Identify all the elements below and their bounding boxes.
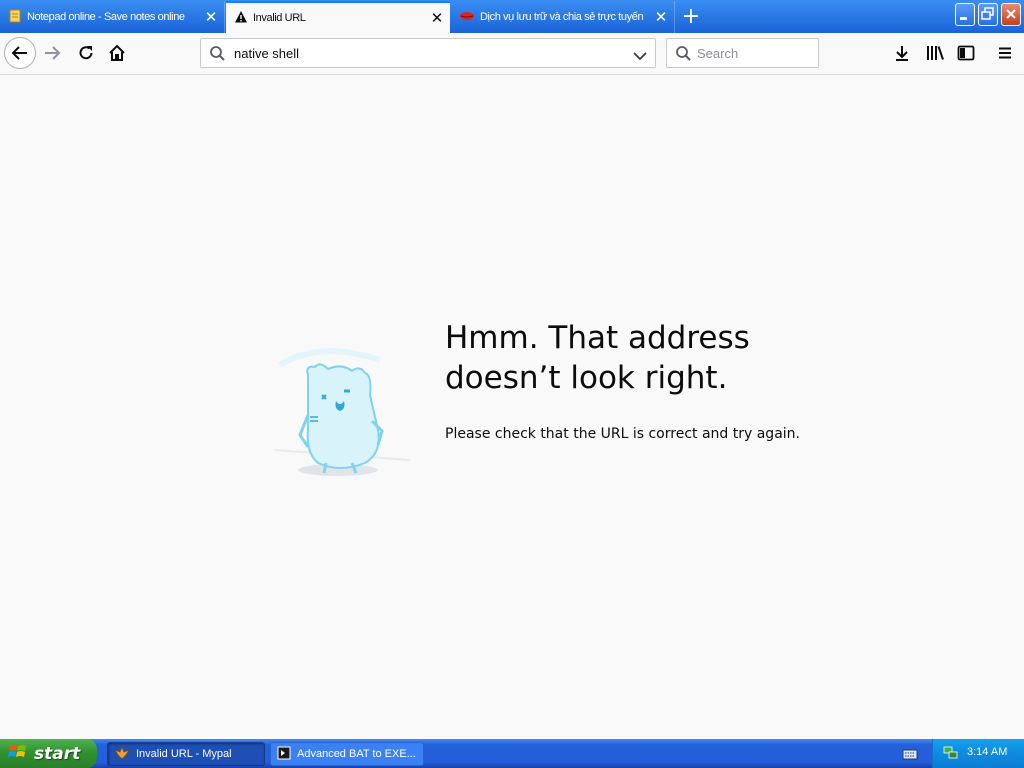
taskbar-item-bat-to-exe[interactable]: Advanced BAT to EXE... (270, 742, 424, 766)
sidebar-icon (957, 45, 975, 61)
search-bar[interactable]: Search (666, 38, 819, 68)
start-label: start (34, 743, 81, 764)
back-button[interactable] (4, 37, 36, 69)
new-tab-button[interactable]: + (680, 4, 702, 29)
tab-storage[interactable]: Dịch vụ lưu trữ và chia sẻ trực tuyến ✕ (451, 1, 675, 33)
sidebar-button[interactable] (956, 44, 976, 62)
keyboard-icon[interactable] (902, 746, 918, 765)
search-input[interactable]: Search (697, 46, 738, 61)
search-icon (209, 45, 226, 66)
error-illustration-icon (260, 335, 420, 489)
close-tab-icon[interactable]: ✕ (204, 10, 218, 25)
taskbar-item-label: Invalid URL - Mypal (136, 748, 232, 760)
library-button[interactable] (924, 44, 946, 62)
downloads-button[interactable] (892, 44, 912, 62)
network-icon[interactable] (942, 745, 960, 765)
tab-invalid-url[interactable]: Invalid URL ✕ (226, 1, 450, 33)
close-tab-icon[interactable]: ✕ (654, 10, 668, 25)
taskbar-item-label: Advanced BAT to EXE... (297, 748, 416, 760)
library-icon (927, 46, 944, 60)
start-button[interactable]: start (0, 739, 97, 768)
bat-to-exe-icon (277, 746, 291, 763)
address-input[interactable]: native shell (234, 46, 299, 61)
reload-button[interactable] (76, 44, 96, 62)
forward-button[interactable] (42, 44, 62, 62)
close-tab-icon[interactable]: ✕ (430, 11, 444, 26)
warning-icon (234, 10, 248, 27)
notepad-icon (8, 9, 22, 26)
menu-button[interactable] (995, 44, 1015, 62)
home-icon (109, 44, 125, 61)
tab-title: Dịch vụ lưu trữ và chia sẻ trực tuyến (480, 11, 644, 23)
address-bar[interactable]: native shell (200, 38, 656, 68)
hamburger-icon (999, 47, 1011, 59)
search-icon (675, 45, 692, 66)
back-arrow-icon (11, 46, 27, 60)
taskbar-item-mypal[interactable]: Invalid URL - Mypal (107, 742, 265, 766)
close-window-button[interactable] (1001, 3, 1021, 26)
reload-icon (79, 46, 93, 60)
minimize-button[interactable] (955, 3, 975, 26)
error-title: Hmm. That address doesn’t look right. (445, 320, 750, 396)
tab-title: Notepad online - Save notes online (27, 11, 185, 23)
download-icon (896, 46, 908, 61)
windows-logo-icon (8, 743, 28, 765)
tab-notepad[interactable]: Notepad online - Save notes online ✕ (0, 1, 225, 33)
mypal-browser-icon (114, 745, 130, 763)
tab-title: Invalid URL (253, 12, 306, 24)
home-button[interactable] (107, 44, 127, 62)
error-description: Please check that the URL is correct and… (445, 426, 800, 442)
clock: 3:14 AM (967, 746, 1008, 758)
chevron-down-icon[interactable] (633, 47, 647, 66)
restore-button[interactable] (978, 3, 998, 26)
forward-arrow-icon (45, 46, 61, 60)
lips-icon (459, 10, 475, 25)
